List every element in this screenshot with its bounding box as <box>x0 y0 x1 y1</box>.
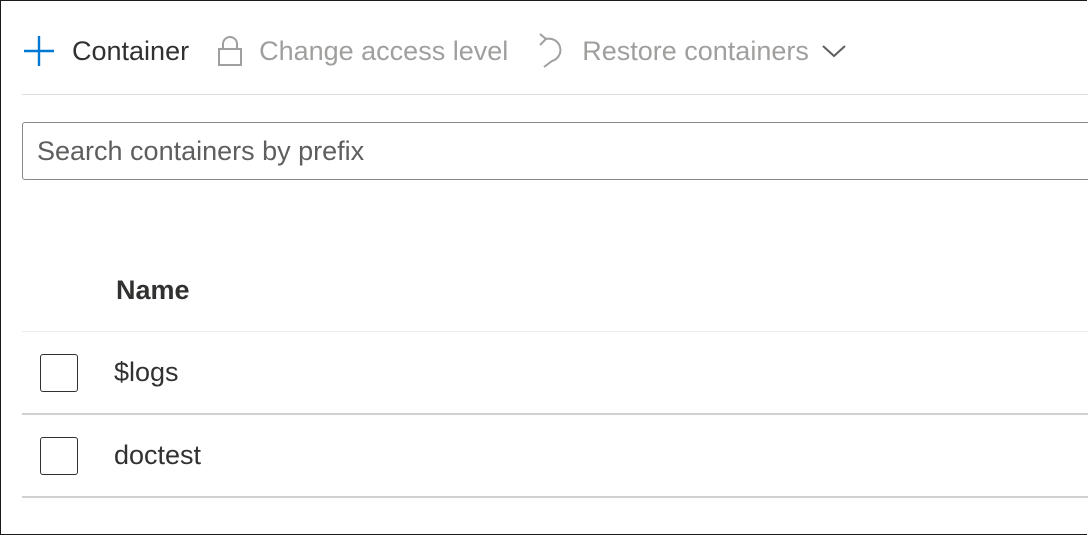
table-header: Name <box>22 250 1088 332</box>
table-row[interactable]: doctest <box>22 415 1088 498</box>
container-name[interactable]: doctest <box>114 440 201 471</box>
lock-icon <box>217 34 243 68</box>
containers-table: Name $logs doctest <box>22 250 1088 498</box>
toolbar-divider <box>22 94 1088 95</box>
restore-containers-button[interactable]: Restore containers <box>536 22 847 80</box>
container-name[interactable]: $logs <box>114 357 179 388</box>
plus-icon <box>22 34 56 68</box>
change-access-level-button[interactable]: Change access level <box>217 22 508 80</box>
command-bar: Container Change access level Restore co… <box>22 22 1088 80</box>
undo-icon <box>536 33 566 69</box>
search-box <box>22 122 1088 180</box>
row-checkbox[interactable] <box>40 353 78 392</box>
restore-containers-label: Restore containers <box>582 35 809 66</box>
chevron-down-icon <box>821 43 847 59</box>
search-input[interactable] <box>35 134 1088 168</box>
table-row[interactable]: $logs <box>22 332 1088 415</box>
column-header-name[interactable]: Name <box>116 275 190 306</box>
add-container-button[interactable]: Container <box>22 22 189 80</box>
row-checkbox[interactable] <box>40 436 78 475</box>
change-access-level-label: Change access level <box>259 35 509 66</box>
add-container-label: Container <box>72 35 190 66</box>
